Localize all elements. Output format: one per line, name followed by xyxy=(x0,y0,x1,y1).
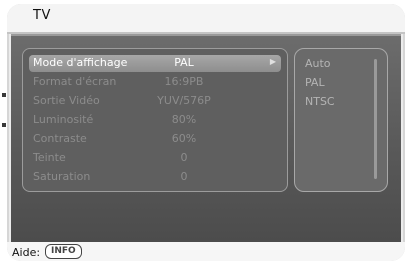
setting-value: YUV/576P xyxy=(157,94,211,107)
help-bar: Aide: INFO xyxy=(7,242,405,261)
setting-value: 16:9PB xyxy=(164,75,204,88)
setting-value: 0 xyxy=(180,151,188,164)
setting-value: 0 xyxy=(180,170,188,183)
title-bar: TV xyxy=(7,4,405,34)
setting-label: Contraste xyxy=(33,132,87,145)
setting-row-brightness[interactable]: Luminosité 80% xyxy=(29,112,281,129)
options-list: Auto PAL NTSC xyxy=(294,48,388,192)
window-title: TV xyxy=(33,8,51,23)
arrow-right-icon: ▶ xyxy=(269,57,276,66)
option-pal[interactable]: PAL xyxy=(305,76,325,89)
setting-value: 60% xyxy=(171,132,197,145)
page-tick-marker xyxy=(2,123,6,127)
tv-settings-window: TV Mode d'affichage PAL ▶ Format d'écran… xyxy=(7,4,405,261)
setting-row-video-output[interactable]: Sortie Vidéo YUV/576P xyxy=(29,93,281,110)
scrollbar[interactable] xyxy=(374,59,377,179)
setting-label: Format d'écran xyxy=(33,75,117,88)
page-tick-marker xyxy=(2,93,6,97)
setting-label: Sortie Vidéo xyxy=(33,94,100,107)
settings-list: Mode d'affichage PAL ▶ Format d'écran 16… xyxy=(22,48,288,192)
setting-label: Saturation xyxy=(33,170,91,183)
setting-row-display-mode[interactable]: Mode d'affichage PAL ▶ xyxy=(29,55,281,72)
setting-value: PAL xyxy=(174,56,194,69)
setting-value: 80% xyxy=(171,113,197,126)
option-ntsc[interactable]: NTSC xyxy=(305,95,335,108)
option-auto[interactable]: Auto xyxy=(305,57,331,70)
setting-label: Teinte xyxy=(33,151,66,164)
setting-label: Mode d'affichage xyxy=(33,56,128,69)
info-button[interactable]: INFO xyxy=(45,244,82,259)
setting-row-saturation[interactable]: Saturation 0 xyxy=(29,169,281,186)
setting-row-screen-format[interactable]: Format d'écran 16:9PB xyxy=(29,74,281,91)
settings-panel: Mode d'affichage PAL ▶ Format d'écran 16… xyxy=(11,34,401,244)
setting-label: Luminosité xyxy=(33,113,94,126)
setting-row-contrast[interactable]: Contraste 60% xyxy=(29,131,281,148)
help-label: Aide: xyxy=(12,246,41,259)
setting-row-tint[interactable]: Teinte 0 xyxy=(29,150,281,167)
